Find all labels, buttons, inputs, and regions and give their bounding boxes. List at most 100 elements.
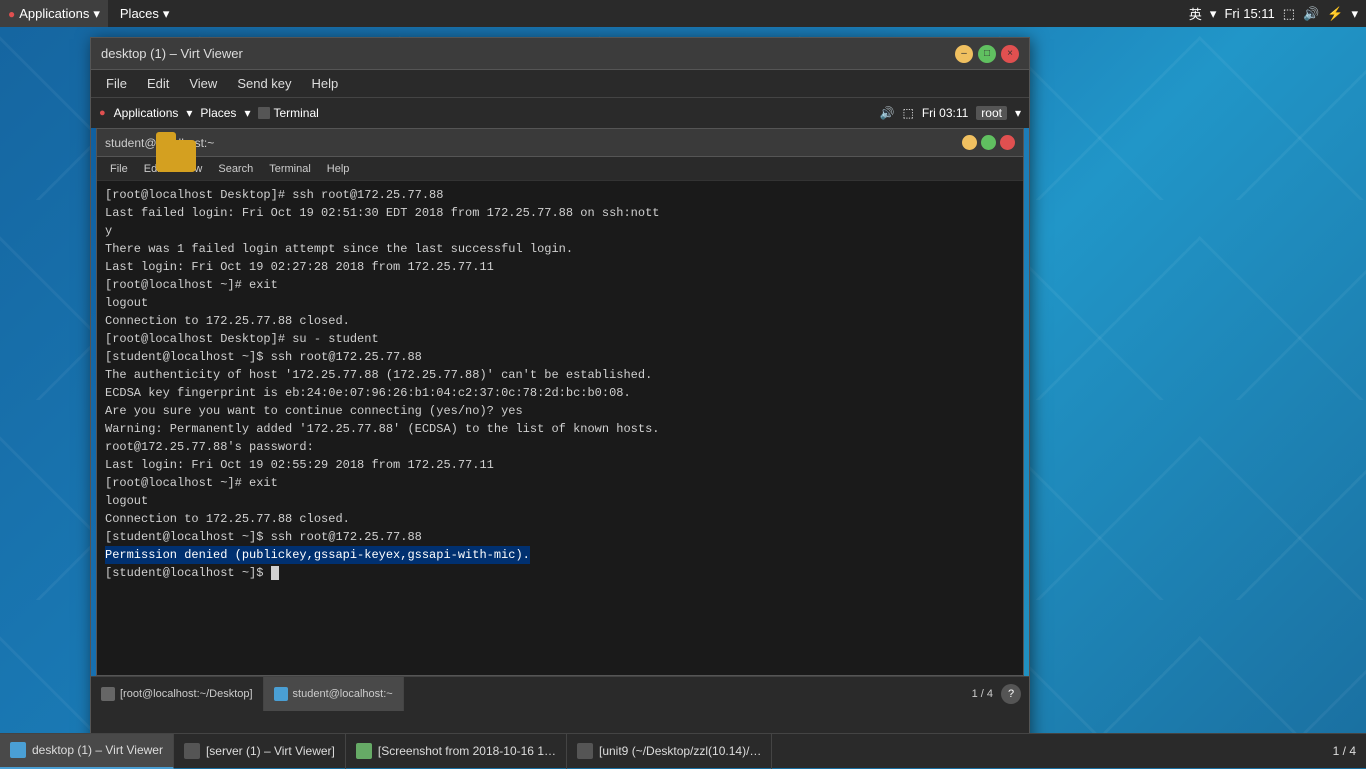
places-label: Places xyxy=(120,6,159,21)
virt-menu-edit[interactable]: Edit xyxy=(137,70,179,98)
terminal-window[interactable]: student@localhost:~ File Edit View Searc… xyxy=(96,128,1024,676)
vm-task-right: 1 / 4 ? xyxy=(972,684,1029,704)
inner-display-icon[interactable]: ⬚ xyxy=(902,106,913,120)
system-time: Fri 15:11 xyxy=(1224,6,1274,21)
virt-menu-help[interactable]: Help xyxy=(302,70,349,98)
virt-menu-sendkey[interactable]: Send key xyxy=(227,70,301,98)
virt-close-button[interactable]: × xyxy=(1001,45,1019,63)
terminal-line: There was 1 failed login attempt since t… xyxy=(105,240,1015,258)
vm-task2-label: student@localhost:~ xyxy=(293,688,393,700)
virt-titlebar: desktop (1) – Virt Viewer – □ × xyxy=(91,38,1029,70)
terminal-line: logout xyxy=(105,492,1015,510)
terminal-menubar: File Edit View Search Terminal Help xyxy=(97,157,1023,181)
applications-label: Applications xyxy=(19,6,89,21)
terminal-line: [student@localhost ~]$ ssh root@172.25.7… xyxy=(105,348,1015,366)
taskbar-item-desktop1[interactable]: desktop (1) – Virt Viewer xyxy=(0,734,174,769)
terminal-line: Warning: Permanently added '172.25.77.88… xyxy=(105,420,1015,438)
inner-user-arrow: ▾ xyxy=(1015,106,1021,120)
terminal-menu-file[interactable]: File xyxy=(102,157,136,181)
terminal-menu-terminal[interactable]: Terminal xyxy=(261,157,319,181)
virt-menu-view[interactable]: View xyxy=(179,70,227,98)
inner-user-label[interactable]: root xyxy=(976,106,1007,120)
inner-topbar-left: ● Applications ▾ Places ▾ Terminal xyxy=(99,106,319,120)
terminal-line: [root@localhost Desktop]# ssh root@172.2… xyxy=(105,186,1015,204)
inner-topbar: ● Applications ▾ Places ▾ Terminal 🔊 ⬚ F… xyxy=(91,98,1029,128)
terminal-line: [root@localhost Desktop]# su - student xyxy=(105,330,1015,348)
taskbar-label-1: desktop (1) – Virt Viewer xyxy=(32,743,163,757)
terminal-line: Are you sure you want to continue connec… xyxy=(105,402,1015,420)
terminal-highlighted-line: Permission denied (publickey,gssapi-keye… xyxy=(105,546,1015,564)
vm-task-icon-2 xyxy=(274,687,288,701)
terminal-line: [root@localhost ~]# exit xyxy=(105,474,1015,492)
terminal-line: Last login: Fri Oct 19 02:27:28 2018 fro… xyxy=(105,258,1015,276)
terminal-titlebar: student@localhost:~ xyxy=(97,129,1023,157)
virt-minimize-button[interactable]: – xyxy=(955,45,973,63)
vm-task1-label: [root@localhost:~/Desktop] xyxy=(120,688,253,700)
places-arrow: ▾ xyxy=(163,6,170,22)
inner-topbar-right: 🔊 ⬚ Fri 03:11 root ▾ xyxy=(880,106,1021,120)
taskbar-icon-1 xyxy=(10,742,26,758)
desktop-folder-icon[interactable] xyxy=(156,140,206,185)
battery-icon[interactable]: ⚡ xyxy=(1327,6,1343,22)
taskbar-label-2: [server (1) – Virt Viewer] xyxy=(206,744,335,758)
vm-task-student[interactable]: student@localhost:~ xyxy=(264,677,404,712)
terminal-line: Connection to 172.25.77.88 closed. xyxy=(105,312,1015,330)
language-indicator[interactable]: 英 xyxy=(1189,4,1202,23)
taskbar-item-screenshot[interactable]: [Screenshot from 2018-10-16 1… xyxy=(346,734,567,769)
topbar-right: 英 ▾ Fri 15:11 ⬚ 🔊 ⚡ ▾ xyxy=(1189,4,1366,23)
vm-task-icon-1 xyxy=(101,687,115,701)
terminal-line: Last login: Fri Oct 19 02:55:29 2018 fro… xyxy=(105,456,1015,474)
terminal-line: y xyxy=(105,222,1015,240)
terminal-prompt-line[interactable]: [student@localhost ~]$ xyxy=(105,564,1015,582)
display-icon[interactable]: ⬚ xyxy=(1283,6,1295,22)
terminal-line: [root@localhost ~]# exit xyxy=(105,276,1015,294)
terminal-minimize-button[interactable] xyxy=(962,135,977,150)
terminal-menu-search[interactable]: Search xyxy=(210,157,261,181)
inner-applications-label[interactable]: Applications xyxy=(114,106,179,120)
taskbar-label-3: [Screenshot from 2018-10-16 1… xyxy=(378,744,556,758)
vm-page-indicator: 1 / 4 xyxy=(972,688,993,700)
terminal-line: Last failed login: Fri Oct 19 02:51:30 E… xyxy=(105,204,1015,222)
terminal-controls xyxy=(962,135,1015,150)
terminal-line: root@172.25.77.88's password: xyxy=(105,438,1015,456)
inner-time: Fri 03:11 xyxy=(922,106,968,120)
virt-viewer-window: desktop (1) – Virt Viewer – □ × File Edi… xyxy=(90,37,1030,747)
terminal-line: The authenticity of host '172.25.77.88 (… xyxy=(105,366,1015,384)
volume-icon[interactable]: 🔊 xyxy=(1303,6,1319,22)
vm-help-button[interactable]: ? xyxy=(1001,684,1021,704)
taskbar-icon-4 xyxy=(577,743,593,759)
taskbar-item-unit9[interactable]: [unit9 (~/Desktop/zzl(10.14)/… xyxy=(567,734,772,769)
terminal-menu-help[interactable]: Help xyxy=(319,157,358,181)
applications-menu[interactable]: ● Applications ▾ xyxy=(0,0,108,27)
folder-shape xyxy=(156,140,196,172)
inner-terminal-icon xyxy=(258,107,270,119)
vm-taskbar: [root@localhost:~/Desktop] student@local… xyxy=(91,676,1029,711)
inner-applications-arrow: ▾ xyxy=(186,106,192,120)
terminal-maximize-button[interactable] xyxy=(981,135,996,150)
system-topbar: ● Applications ▾ Places ▾ 英 ▾ Fri 15:11 … xyxy=(0,0,1366,27)
terminal-cursor xyxy=(271,566,279,580)
topbar-left: ● Applications ▾ Places ▾ xyxy=(0,0,177,27)
taskbar-right: 1 / 4 xyxy=(1333,744,1366,758)
inner-terminal-label[interactable]: Terminal xyxy=(273,106,318,120)
system-menu-arrow[interactable]: ▾ xyxy=(1351,6,1358,22)
virt-window-title: desktop (1) – Virt Viewer xyxy=(101,46,243,61)
inner-places-arrow: ▾ xyxy=(244,106,250,120)
main-taskbar: desktop (1) – Virt Viewer [server (1) – … xyxy=(0,733,1366,768)
vm-task-root-desktop[interactable]: [root@localhost:~/Desktop] xyxy=(91,677,264,712)
vm-display-area[interactable]: ● Applications ▾ Places ▾ Terminal 🔊 ⬚ F… xyxy=(91,98,1029,711)
inner-places-label[interactable]: Places xyxy=(200,106,236,120)
terminal-close-button[interactable] xyxy=(1000,135,1015,150)
taskbar-item-server1[interactable]: [server (1) – Virt Viewer] xyxy=(174,734,346,769)
terminal-content[interactable]: [root@localhost Desktop]# ssh root@172.2… xyxy=(97,181,1023,675)
terminal-line: [student@localhost ~]$ ssh root@172.25.7… xyxy=(105,528,1015,546)
virt-maximize-button[interactable]: □ xyxy=(978,45,996,63)
applications-arrow: ▾ xyxy=(93,6,100,22)
taskbar-icon-3 xyxy=(356,743,372,759)
virt-menubar: File Edit View Send key Help xyxy=(91,70,1029,98)
virt-window-controls: – □ × xyxy=(955,45,1019,63)
virt-menu-file[interactable]: File xyxy=(96,70,137,98)
inner-volume-icon[interactable]: 🔊 xyxy=(880,106,895,120)
lang-arrow: ▾ xyxy=(1210,6,1217,22)
places-menu[interactable]: Places ▾ xyxy=(112,0,178,27)
